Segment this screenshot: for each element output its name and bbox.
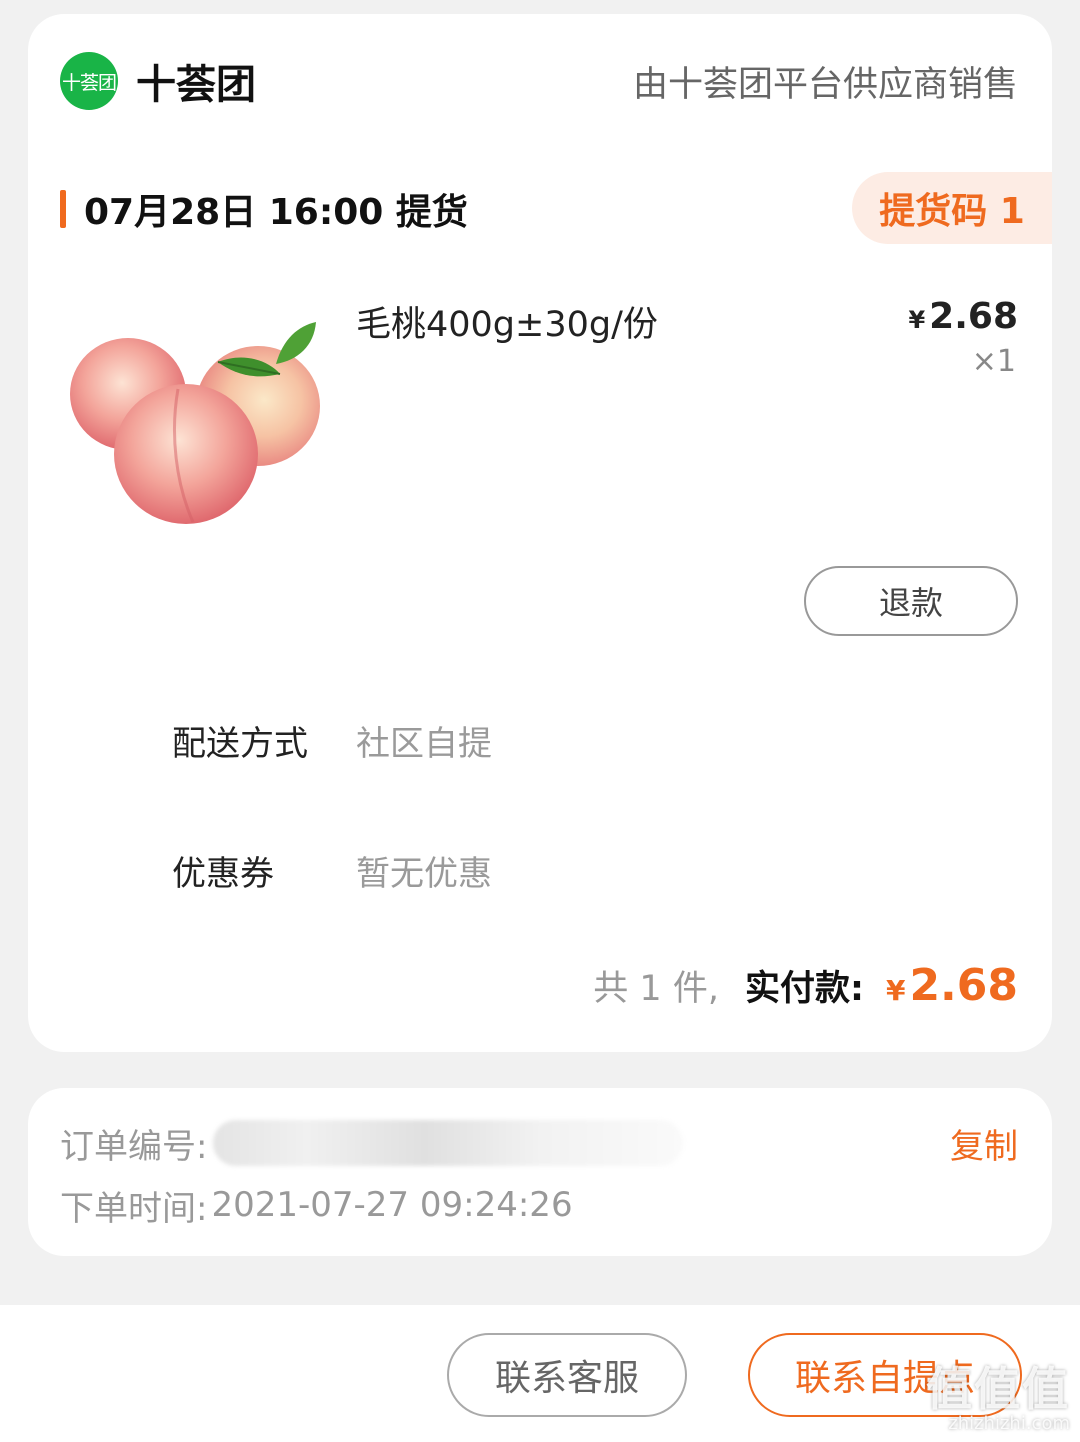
coupon-row: 优惠券 暂无优惠 bbox=[172, 846, 492, 895]
item-count: 共 1 件, bbox=[593, 969, 719, 1009]
order-info-card: 订单编号: 复制 下单时间: 2021-07-27 09:24:26 bbox=[28, 1088, 1052, 1256]
pickup-time: 07月28日 16:00 提货 bbox=[84, 192, 468, 233]
coupon-value: 暂无优惠 bbox=[356, 854, 492, 894]
bottom-action-bar: 联系客服 联系自提点 值值值 zhizhizhi.com bbox=[0, 1305, 1080, 1442]
currency-symbol: ¥ bbox=[908, 306, 926, 334]
shop-header: 十荟团 十荟团 由十荟团平台供应商销售 bbox=[60, 50, 1018, 112]
order-time-label: 下单时间: bbox=[60, 1188, 208, 1229]
order-time-row: 下单时间: 2021-07-27 09:24:26 bbox=[60, 1180, 573, 1230]
watermark-logo: 值值值 bbox=[926, 1362, 1070, 1416]
watermark-site: zhizhizhi.com bbox=[948, 1413, 1070, 1434]
product-quantity: ×1 bbox=[971, 344, 1016, 379]
contact-service-button[interactable]: 联系客服 bbox=[447, 1333, 687, 1417]
total-amount: 2.68 bbox=[909, 960, 1018, 1011]
order-number-label: 订单编号: bbox=[60, 1126, 208, 1167]
product-name[interactable]: 毛桃400g±30g/份 bbox=[356, 296, 658, 347]
coupon-label: 优惠券 bbox=[172, 854, 274, 894]
delivery-method-row: 配送方式 社区自提 bbox=[172, 716, 492, 765]
seller-note: 由十荟团平台供应商销售 bbox=[632, 64, 1018, 105]
delivery-value: 社区自提 bbox=[356, 724, 492, 764]
total-row: 共 1 件, 实付款: ¥ 2.68 bbox=[593, 960, 1018, 1011]
pickup-code-badge[interactable]: 提货码 1 bbox=[852, 172, 1052, 244]
order-number-row: 订单编号: 复制 bbox=[60, 1118, 1018, 1168]
product-price: ¥2.68 bbox=[908, 296, 1018, 337]
total-currency: ¥ bbox=[885, 974, 906, 1007]
shop-logo: 十荟团 bbox=[60, 52, 118, 110]
copy-button[interactable]: 复制 bbox=[950, 1119, 1018, 1168]
paid-label: 实付款: bbox=[744, 969, 864, 1009]
order-card: 十荟团 十荟团 由十荟团平台供应商销售 07月28日 16:00 提货 提货码 … bbox=[28, 14, 1052, 1052]
order-number-redacted bbox=[213, 1120, 684, 1166]
order-time-value: 2021-07-27 09:24:26 bbox=[211, 1185, 573, 1225]
delivery-label: 配送方式 bbox=[172, 724, 308, 764]
price-value: 2.68 bbox=[929, 296, 1018, 337]
pickup-time-row: 07月28日 16:00 提货 bbox=[60, 174, 468, 244]
watermark: 值值值 zhizhizhi.com bbox=[926, 1364, 1070, 1434]
peach-image[interactable] bbox=[58, 294, 328, 534]
accent-bar bbox=[60, 190, 66, 228]
order-detail-page: 十荟团 十荟团 由十荟团平台供应商销售 07月28日 16:00 提货 提货码 … bbox=[0, 0, 1080, 1442]
shop-name[interactable]: 十荟团 bbox=[136, 52, 256, 110]
refund-button[interactable]: 退款 bbox=[804, 566, 1018, 636]
